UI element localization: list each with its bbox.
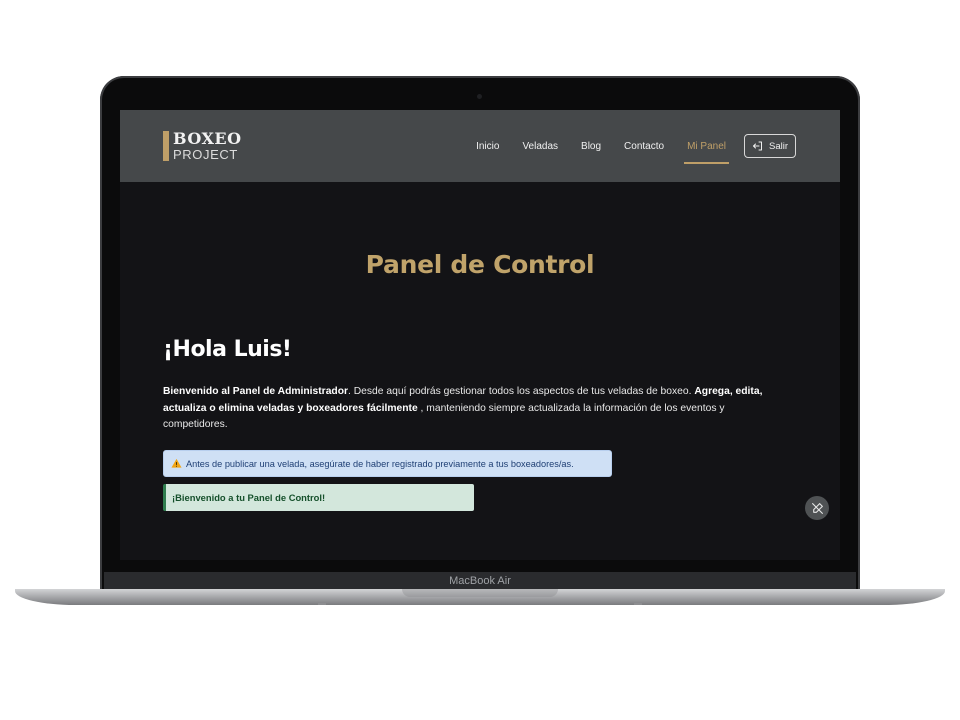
nav-link-blog[interactable]: Blog [581,137,601,156]
logo-line-2: PROJECT [173,147,238,162]
nav-link-veladas[interactable]: Veladas [522,137,558,156]
laptop-foot-left [318,603,326,605]
nav-link-mi-panel[interactable]: Mi Panel [684,137,729,164]
intro-strong-1: Bienvenido al Panel de Administrador [163,386,349,397]
screen: BOXEO PROJECT Inicio Veladas Blog Contac… [120,110,840,560]
success-alert-text: ¡Bienvenido a tu Panel de Control! [172,492,326,503]
logout-icon [752,141,762,151]
logo-line-1: BOXEO [173,129,242,148]
logo-accent-bar [163,131,169,161]
device-label: MacBook Air [449,575,511,587]
edit-off-icon [811,502,823,514]
warning-icon [171,458,182,468]
intro-text-1: . Desde aquí podrás gestionar todos los … [348,386,695,397]
intro-paragraph: Bienvenido al Panel de Administrador. De… [163,384,783,434]
nav-link-inicio[interactable]: Inicio [476,137,499,156]
nav-link-contacto[interactable]: Contacto [624,137,664,156]
logo-text: BOXEO PROJECT [173,129,242,162]
camera-icon [477,94,482,99]
info-alert: Antes de publicar una velada, asegúrate … [163,450,612,477]
success-alert: ¡Bienvenido a tu Panel de Control! [163,484,474,511]
navbar: BOXEO PROJECT Inicio Veladas Blog Contac… [120,110,840,182]
floating-action-button[interactable] [805,496,829,520]
page-title: Panel de Control [365,250,595,279]
laptop-notch [402,589,558,597]
info-alert-text: Antes de publicar una velada, asegúrate … [186,458,574,469]
brand-logo[interactable]: BOXEO PROJECT [163,131,242,161]
greeting-heading: ¡Hola Luis! [163,337,292,362]
logout-button[interactable]: Salir [743,134,796,158]
laptop-foot-right [634,603,642,605]
logout-label: Salir [768,140,788,152]
nav-menu: Inicio Veladas Blog Contacto Mi Panel Sa… [453,134,796,164]
